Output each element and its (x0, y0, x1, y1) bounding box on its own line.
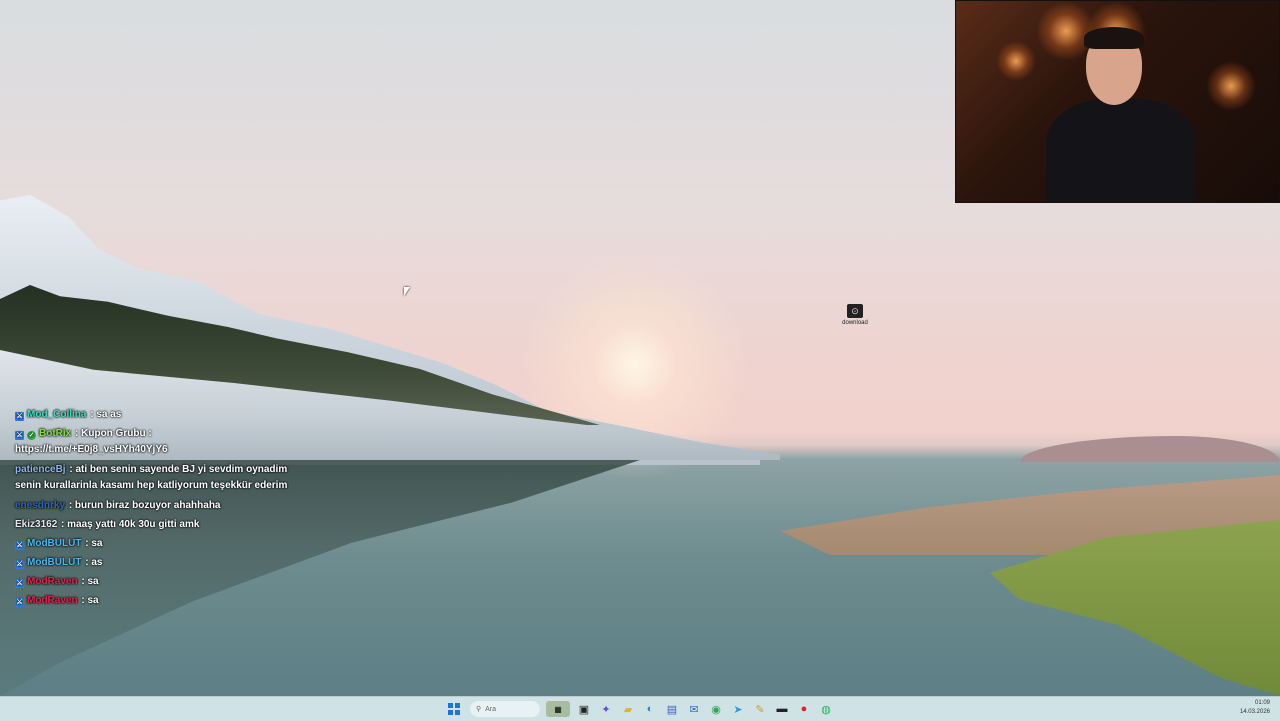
chat-text: : maaş yattı 40k 30u gitti amk (61, 519, 200, 530)
widgets-icon[interactable]: ▦ (546, 701, 570, 717)
task-view-icon[interactable]: ▣ (576, 701, 592, 717)
chat-text: : burun biraz bozuyor ahahhaha (68, 500, 221, 511)
chat-message: ⚔ ModRaven : sa (15, 591, 315, 610)
telegram-icon[interactable]: ➤ (730, 701, 746, 717)
chat-overlay: ⚔ Mod_Collina : sa as ⚔ ✓ BotRix : Kupon Gru… (15, 405, 315, 610)
chat-username[interactable]: ModBULUT (27, 538, 81, 549)
download-icon: ⊙ (847, 304, 863, 318)
folder-icon[interactable]: ▰ (620, 701, 636, 717)
system-clock[interactable]: 01:09 14.03.2026 (1240, 699, 1270, 717)
webcam-overlay (955, 0, 1280, 203)
chat-message: ⚔ ModBULUT : as (15, 553, 315, 572)
search-icon: ⚲ (476, 706, 482, 713)
desktop-shortcut[interactable]: ⊙ download (838, 304, 872, 326)
streamer-figure (1046, 27, 1196, 202)
edge-icon[interactable]: ◐ (642, 701, 658, 717)
chat-text: : ati ben senin sayende BJ yi sevdim oyn… (69, 464, 288, 475)
chat-username[interactable]: Mod_Collina (27, 409, 86, 420)
chat-message: ⚔ ModRaven : sa (15, 572, 315, 591)
chat-message: Ekiz3162 : maaş yattı 40k 30u gitti amk (15, 515, 315, 534)
chat-username[interactable]: Ekiz3162 (15, 519, 57, 530)
notepad-icon[interactable]: ✎ (752, 701, 768, 717)
moderator-badge-icon: ⚔ (15, 541, 24, 550)
moderator-badge-icon: ⚔ (15, 431, 24, 440)
chat-username[interactable]: ModBULUT (27, 557, 81, 568)
chat-message: ⚔ ModBULUT : sa (15, 534, 315, 553)
chat-text-continued: senin kurallarinla kasamı hep katliyorum… (15, 480, 288, 491)
verified-badge-icon: ✓ (27, 431, 36, 440)
chat-text: : sa (85, 538, 103, 549)
chat-message: enesdnrky : burun biraz bozuyor ahahhaha (15, 496, 315, 515)
chat-message: patienceBj : ati ben senin sayende BJ yi… (15, 460, 315, 496)
copilot-icon[interactable]: ✦ (598, 701, 614, 717)
far-hill (1020, 436, 1280, 462)
taskbar-search[interactable]: ⚲ Ara (470, 701, 540, 717)
search-placeholder: Ara (485, 705, 497, 713)
taskbar-apps: ⚲ Ara ▦ ▣ ✦ ▰ ◐ ▤ ✉ ◉ ➤ ✎ ▬ ● ◍ (444, 697, 834, 721)
mail-icon[interactable]: ✉ (686, 701, 702, 717)
chat-username[interactable]: patienceBj (15, 464, 66, 475)
chat-message: ⚔ ✓ BotRix : Kupon Grubu : https://t.me/+E0… (15, 424, 315, 460)
desktop-shortcut-label: download (842, 320, 868, 326)
chrome-icon[interactable]: ◉ (708, 701, 724, 717)
chat-text: : as (85, 557, 103, 568)
chat-text: : sa (81, 576, 99, 587)
moderator-badge-icon: ⚔ (15, 560, 24, 569)
mouse-cursor-icon (404, 287, 410, 296)
chat-text-continued: https://t.me/+E0j8_vsHYh40YjY6 (15, 444, 168, 455)
chat-username[interactable]: BotRix (39, 428, 71, 439)
start-button[interactable] (447, 703, 460, 716)
chat-message: ⚔ Mod_Collina : sa as (15, 405, 315, 424)
taskbar: ⚲ Ara ▦ ▣ ✦ ▰ ◐ ▤ ✉ ◉ ➤ ✎ ▬ ● ◍ 01:09 14… (0, 696, 1280, 721)
chat-text: : sa as (90, 409, 122, 420)
chat-text: : Kupon Grubu : (75, 428, 152, 439)
chat-username[interactable]: ModRaven (27, 595, 78, 606)
store-icon[interactable]: ▤ (664, 701, 680, 717)
moderator-badge-icon: ⚔ (15, 598, 24, 607)
clock-time: 01:09 (1254, 700, 1270, 706)
moderator-badge-icon: ⚔ (15, 579, 24, 588)
chat-text: : sa (81, 595, 99, 606)
clock-date: 14.03.2026 (1239, 709, 1270, 715)
terminal-icon[interactable]: ▬ (774, 701, 790, 717)
chat-username[interactable]: ModRaven (27, 576, 78, 587)
moderator-badge-icon: ⚔ (15, 412, 24, 421)
chat-username[interactable]: enesdnrky (15, 500, 65, 511)
recorder-icon[interactable]: ● (796, 701, 812, 717)
spotify-icon[interactable]: ◍ (818, 701, 834, 717)
